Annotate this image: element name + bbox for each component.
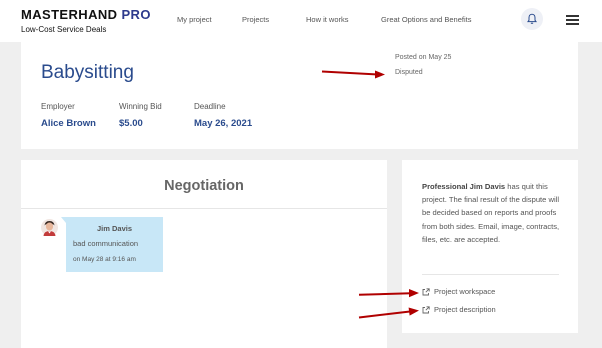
nav-how-it-works[interactable]: How it works <box>306 15 349 24</box>
project-workspace-label: Project workspace <box>434 287 496 296</box>
divider <box>21 208 387 209</box>
brand-tagline: Low-Cost Service Deals <box>21 25 107 34</box>
employer-label: Employer <box>41 102 75 111</box>
project-description-link[interactable]: Project description <box>422 305 496 314</box>
brand-name: MASTERHAND <box>21 7 118 22</box>
project-workspace-link[interactable]: Project workspace <box>422 287 495 296</box>
external-link-icon <box>422 287 430 295</box>
brand-pro: PRO <box>121 7 151 22</box>
divider <box>422 274 559 275</box>
message-text: bad communication <box>73 239 139 248</box>
notifications-button[interactable] <box>521 8 543 30</box>
project-summary-card: Babysitting Posted on May 25 Disputed Em… <box>21 42 578 149</box>
posted-date: Posted on May 25 <box>395 54 452 61</box>
deadline-value: May 26, 2021 <box>194 118 253 129</box>
hamburger-icon[interactable] <box>566 15 579 25</box>
winning-bid-label: Winning Bid <box>119 102 162 111</box>
external-link-icon <box>422 305 430 313</box>
nav-options-benefits[interactable]: Great Options and Benefits <box>381 15 471 24</box>
dispute-notice-name: Professional Jim Davis <box>422 182 506 191</box>
dispute-notice-text: has quit this project. The final result … <box>422 182 560 244</box>
project-title: Babysitting <box>41 62 134 83</box>
negotiation-panel: Negotiation Jim Davis bad communication … <box>21 160 387 348</box>
negotiation-title: Negotiation <box>164 178 244 194</box>
top-navbar: MASTERHAND PRO Low-Cost Service Deals My… <box>0 0 602 42</box>
employer-field: Employer Alice Brown <box>41 102 96 129</box>
project-description-label: Project description <box>434 305 496 314</box>
dispute-notice: Professional Jim Davis has quit this pro… <box>422 180 567 246</box>
employer-value[interactable]: Alice Brown <box>41 118 96 129</box>
brand-logo[interactable]: MASTERHAND PRO Low-Cost Service Deals <box>21 7 151 34</box>
deadline-field: Deadline May 26, 2021 <box>194 102 252 129</box>
message-timestamp: on May 28 at 9:16 am <box>73 256 136 263</box>
winning-bid-field: Winning Bid $5.00 <box>119 102 162 129</box>
message-author: Jim Davis <box>96 224 133 233</box>
nav-projects[interactable]: Projects <box>242 15 269 24</box>
nav-my-project[interactable]: My project <box>177 15 212 24</box>
bell-icon <box>527 13 537 24</box>
winning-bid-value: $5.00 <box>119 118 143 129</box>
chat-message: Jim Davis bad communication on May 28 at… <box>61 217 163 272</box>
dispute-info-panel: Professional Jim Davis has quit this pro… <box>402 160 578 333</box>
status-badge: Disputed <box>395 69 423 76</box>
deadline-label: Deadline <box>194 102 226 111</box>
avatar <box>41 219 58 236</box>
